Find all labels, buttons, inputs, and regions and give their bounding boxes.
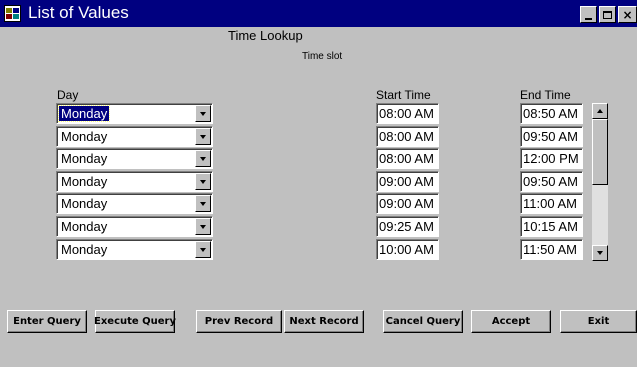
chevron-down-icon — [200, 202, 206, 206]
day-select[interactable]: Monday — [56, 216, 213, 237]
day-select[interactable]: Monday — [56, 239, 213, 260]
day-select-value: Monday — [61, 219, 108, 234]
start-time-field[interactable]: 08:00 AM — [376, 103, 439, 124]
page-subtitle: Time slot — [302, 51, 343, 62]
prev-record-button[interactable]: Prev Record — [196, 310, 282, 333]
scroll-up-button[interactable] — [592, 103, 608, 119]
day-select[interactable]: Monday — [56, 193, 213, 214]
start-time-field[interactable]: 08:00 AM — [376, 148, 439, 169]
minimize-button[interactable] — [580, 6, 597, 23]
end-time-field[interactable]: 09:50 AM — [520, 126, 583, 147]
scroll-thumb[interactable] — [592, 119, 608, 185]
chevron-down-icon — [200, 180, 206, 184]
end-time-field[interactable]: 11:50 AM — [520, 239, 583, 260]
day-select-value: Monday — [61, 151, 108, 166]
start-time-field[interactable]: 09:25 AM — [376, 216, 439, 237]
chevron-down-icon — [200, 157, 206, 161]
page-title: Time Lookup — [228, 28, 303, 43]
day-select-value: Monday — [61, 174, 108, 189]
dropdown-arrow-button[interactable] — [195, 173, 211, 190]
close-button[interactable]: × — [618, 6, 637, 23]
arrow-up-icon — [597, 109, 603, 113]
day-select[interactable]: Monday — [56, 171, 213, 192]
accept-button[interactable]: Accept — [471, 310, 551, 333]
chevron-down-icon — [200, 135, 206, 139]
close-icon: × — [622, 7, 633, 22]
start-time-field[interactable]: 10:00 AM — [376, 239, 439, 260]
exit-button[interactable]: Exit — [560, 310, 637, 333]
vertical-scrollbar[interactable] — [592, 103, 608, 261]
end-time-field[interactable]: 12:00 PM — [520, 148, 583, 169]
day-select[interactable]: Monday — [56, 126, 213, 147]
maximize-button[interactable] — [599, 6, 616, 23]
day-select-value: Monday — [61, 242, 108, 257]
chevron-down-icon — [200, 112, 206, 116]
day-select[interactable]: Monday — [56, 148, 213, 169]
day-select-value: Monday — [61, 196, 108, 211]
cancel-query-button[interactable]: Cancel Query — [383, 310, 463, 333]
dropdown-arrow-button[interactable] — [195, 150, 211, 167]
dropdown-arrow-button[interactable] — [195, 218, 211, 235]
end-time-field[interactable]: 09:50 AM — [520, 171, 583, 192]
title-bar[interactable]: List of Values × — [0, 0, 637, 27]
day-select-value: Monday — [57, 105, 111, 122]
day-select-value: Monday — [61, 129, 108, 144]
dropdown-arrow-button[interactable] — [195, 105, 211, 122]
minimize-icon — [585, 17, 592, 20]
end-time-field[interactable]: 08:50 AM — [520, 103, 583, 124]
start-time-field[interactable]: 09:00 AM — [376, 193, 439, 214]
window-title: List of Values — [28, 3, 129, 22]
dropdown-arrow-button[interactable] — [195, 195, 211, 212]
day-select[interactable]: Monday — [56, 103, 213, 124]
arrow-down-icon — [597, 251, 603, 255]
column-header-day: Day — [57, 88, 79, 102]
dropdown-arrow-button[interactable] — [195, 128, 211, 145]
enter-query-button[interactable]: Enter Query — [7, 310, 87, 333]
end-time-field[interactable]: 10:15 AM — [520, 216, 583, 237]
dropdown-arrow-button[interactable] — [195, 241, 211, 258]
scroll-down-button[interactable] — [592, 245, 608, 261]
chevron-down-icon — [200, 248, 206, 252]
maximize-icon — [603, 10, 612, 19]
column-header-start-time: Start Time — [376, 88, 431, 102]
start-time-field[interactable]: 09:00 AM — [376, 171, 439, 192]
execute-query-button[interactable]: Execute Query — [94, 310, 176, 333]
start-time-field[interactable]: 08:00 AM — [376, 126, 439, 147]
chevron-down-icon — [200, 225, 206, 229]
app-window-icon[interactable] — [4, 5, 21, 22]
end-time-field[interactable]: 11:00 AM — [520, 193, 583, 214]
next-record-button[interactable]: Next Record — [284, 310, 364, 333]
column-header-end-time: End Time — [520, 88, 571, 102]
